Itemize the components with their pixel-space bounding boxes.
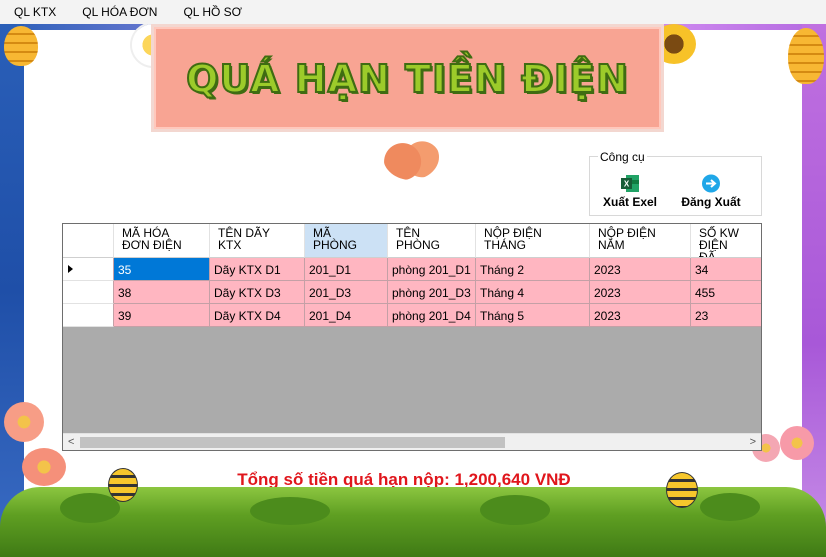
flower-icon	[4, 402, 44, 442]
cell-nop-dien-nam[interactable]: 2023	[590, 304, 691, 327]
title-banner: QUÁ HẠN TIỀN ĐIỆN	[151, 24, 664, 132]
table-row[interactable]: 39 Dãy KTX D4 201_D4 phòng 201_D4 Tháng …	[63, 304, 761, 327]
cell-ten-phong[interactable]: phòng 201_D1	[388, 258, 476, 281]
cell-ma-hoa-don[interactable]: 35	[114, 258, 210, 281]
scrollbar-thumb[interactable]	[80, 437, 505, 448]
scroll-right-arrow[interactable]: >	[750, 436, 756, 448]
cell-nop-dien-thang[interactable]: Tháng 2	[476, 258, 590, 281]
leaf-icon	[700, 493, 760, 521]
cell-nop-dien-thang[interactable]: Tháng 5	[476, 304, 590, 327]
cell-nop-dien-nam[interactable]: 2023	[590, 258, 691, 281]
scroll-left-arrow[interactable]: <	[68, 436, 74, 448]
beehive-icon	[788, 28, 824, 84]
page-title: QUÁ HẠN TIỀN ĐIỆN	[185, 56, 629, 102]
cell-nop-dien-nam[interactable]: 2023	[590, 281, 691, 304]
menu-bar: QL KTX QL HÓA ĐƠN QL HỒ SƠ	[0, 0, 826, 24]
excel-icon: X	[621, 175, 639, 192]
cell-ma-phong[interactable]: 201_D4	[305, 304, 388, 327]
leaf-icon	[60, 493, 120, 523]
beehive-icon	[4, 26, 38, 66]
tools-groupbox: Công cụ X Xuất Exel Đăng Xuất	[589, 150, 762, 216]
menu-item-ql-ktx[interactable]: QL KTX	[0, 0, 69, 24]
cell-ten-day-ktx[interactable]: Dãy KTX D3	[210, 281, 305, 304]
export-excel-button[interactable]: X Xuất Exel	[602, 174, 658, 212]
logout-arrow-icon	[702, 174, 720, 193]
cell-ma-phong[interactable]: 201_D3	[305, 281, 388, 304]
grid-header-row: MÃ HÓA ĐƠN ĐIỆN TÊN DÃY KTX MÃ PHÒNG TÊN…	[63, 224, 761, 258]
logout-button[interactable]: Đăng Xuất	[680, 174, 742, 212]
column-header-ten-day-ktx[interactable]: TÊN DÃY KTX	[210, 224, 305, 258]
menu-item-ql-ho-so[interactable]: QL HỒ SƠ	[170, 0, 255, 24]
column-header-ten-phong[interactable]: TÊN PHÒNG	[388, 224, 476, 258]
row-header-corner[interactable]	[63, 224, 114, 258]
horizontal-scrollbar[interactable]: < >	[63, 433, 761, 450]
form-canvas: QUÁ HẠN TIỀN ĐIỆN Công cụ X Xuất Exel Đă…	[0, 24, 826, 557]
export-excel-label: Xuất Exel	[602, 195, 658, 209]
overdue-bills-grid[interactable]: MÃ HÓA ĐƠN ĐIỆN TÊN DÃY KTX MÃ PHÒNG TÊN…	[62, 223, 762, 451]
cell-so-kw[interactable]: 34	[691, 258, 761, 281]
column-header-ma-hoa-don[interactable]: MÃ HÓA ĐƠN ĐIỆN	[114, 224, 210, 258]
cell-ma-phong[interactable]: 201_D1	[305, 258, 388, 281]
cell-ten-day-ktx[interactable]: Dãy KTX D4	[210, 304, 305, 327]
row-header[interactable]	[63, 281, 114, 304]
column-header-ma-phong[interactable]: MÃ PHÒNG	[305, 224, 388, 258]
cell-nop-dien-thang[interactable]: Tháng 4	[476, 281, 590, 304]
cell-ma-hoa-don[interactable]: 38	[114, 281, 210, 304]
menu-item-ql-hoa-don[interactable]: QL HÓA ĐƠN	[69, 0, 170, 24]
tools-caption: Công cụ	[598, 150, 647, 164]
leaf-icon	[480, 495, 550, 525]
cell-ten-day-ktx[interactable]: Dãy KTX D1	[210, 258, 305, 281]
row-header[interactable]	[63, 304, 114, 327]
svg-text:X: X	[624, 180, 630, 189]
bells-icon	[383, 134, 439, 180]
table-row[interactable]: 35 Dãy KTX D1 201_D1 phòng 201_D1 Tháng …	[63, 258, 761, 281]
cell-so-kw[interactable]: 23	[691, 304, 761, 327]
column-header-nop-dien-nam[interactable]: NỘP ĐIỆN NĂM	[590, 224, 691, 258]
logout-label: Đăng Xuất	[681, 195, 741, 209]
table-row[interactable]: 38 Dãy KTX D3 201_D3 phòng 201_D3 Tháng …	[63, 281, 761, 304]
cell-so-kw[interactable]: 455	[691, 281, 761, 304]
current-row-arrow-icon	[68, 265, 73, 273]
bee-icon	[666, 472, 698, 508]
cell-ten-phong[interactable]: phòng 201_D3	[388, 281, 476, 304]
column-header-nop-dien-thang[interactable]: NỘP ĐIỆN THÁNG	[476, 224, 590, 258]
cell-ten-phong[interactable]: phòng 201_D4	[388, 304, 476, 327]
leaf-icon	[250, 497, 330, 525]
column-header-so-kw[interactable]: SỐ KW ĐIỆN ĐÃ DÙNG	[691, 224, 761, 258]
flower-icon	[780, 426, 814, 460]
row-header[interactable]	[63, 258, 114, 281]
bee-icon	[108, 468, 138, 502]
cell-ma-hoa-don[interactable]: 39	[114, 304, 210, 327]
